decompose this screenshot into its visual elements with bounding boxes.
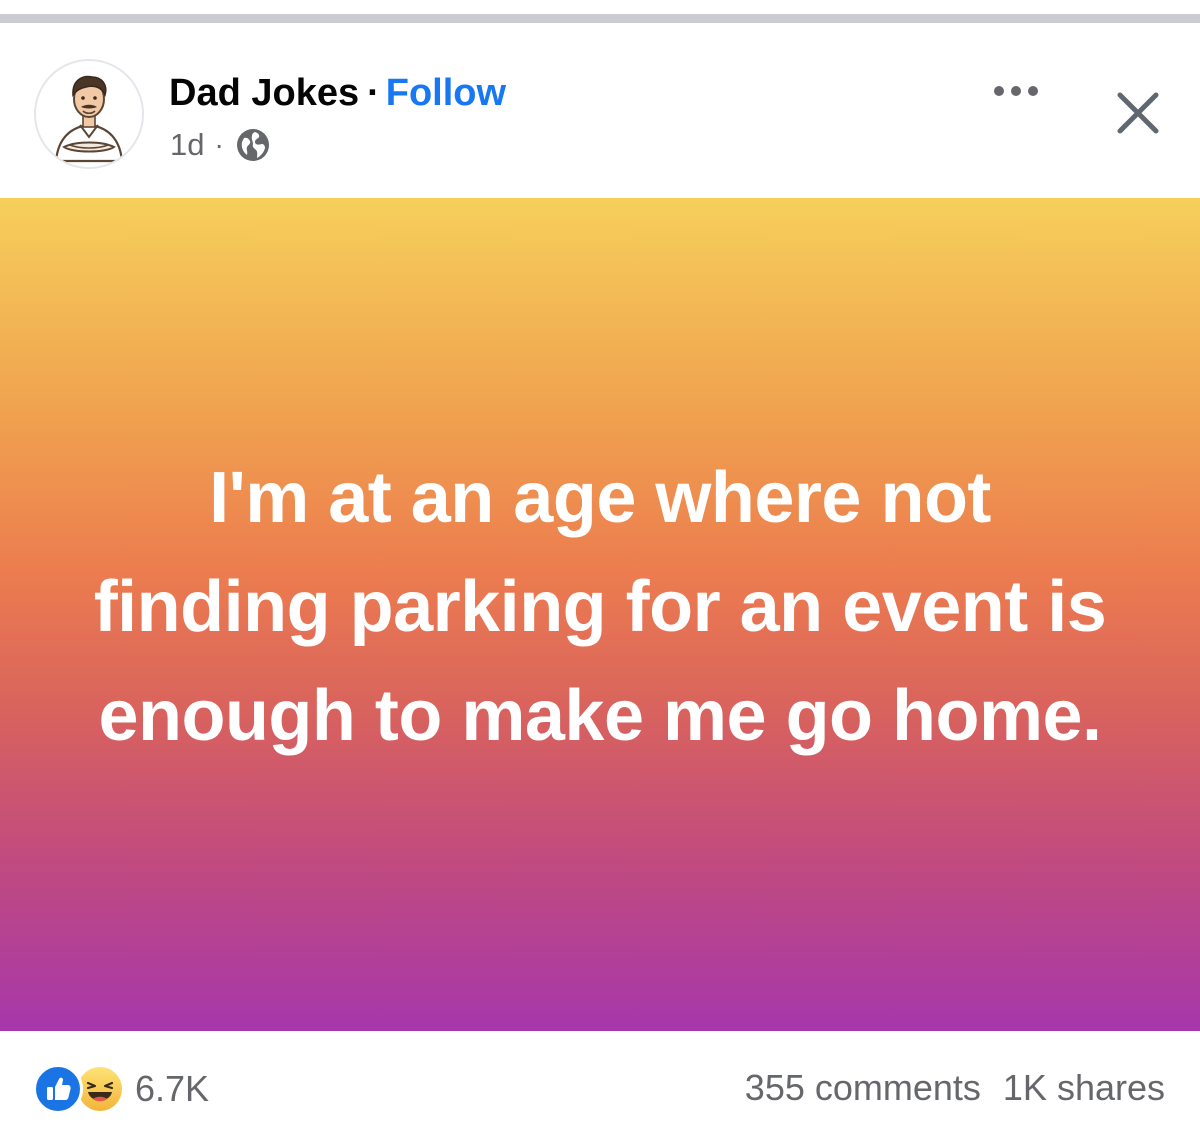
post-text-background: I'm at an age where not finding parking … — [0, 198, 1200, 1031]
meta-separator: · — [214, 129, 224, 160]
like-icon — [33, 1064, 83, 1114]
close-icon — [1117, 92, 1159, 134]
more-options-button[interactable] — [988, 73, 1044, 109]
comments-count[interactable]: 355 comments — [745, 1067, 981, 1108]
post-text: I'm at an age where not finding parking … — [93, 458, 1107, 756]
post-timestamp[interactable]: 1d — [170, 127, 204, 163]
divider-bar — [0, 14, 1200, 23]
engagement-stats: 355 comments 1K shares — [745, 1067, 1165, 1109]
more-horizontal-icon — [994, 86, 1038, 96]
top-divider — [0, 0, 1200, 23]
shares-count[interactable]: 1K shares — [1003, 1067, 1165, 1108]
globe-icon — [236, 129, 269, 161]
post-header: Dad Jokes · Follow 1d · — [0, 23, 1200, 198]
close-button[interactable] — [1112, 87, 1164, 139]
reactions-summary[interactable]: 6.7K — [33, 1064, 209, 1114]
post-meta: 1d · — [170, 125, 270, 165]
page-name[interactable]: Dad Jokes — [169, 72, 359, 114]
post-author-row: Dad Jokes · Follow — [169, 71, 506, 115]
reaction-count: 6.7K — [135, 1068, 210, 1109]
cartoon-man-avatar-icon — [36, 61, 142, 167]
page-avatar[interactable] — [34, 59, 144, 169]
post-footer: 6.7K 355 comments 1K shares — [0, 1031, 1200, 1136]
follow-button[interactable]: Follow — [386, 72, 506, 114]
name-separator: · — [367, 72, 380, 114]
